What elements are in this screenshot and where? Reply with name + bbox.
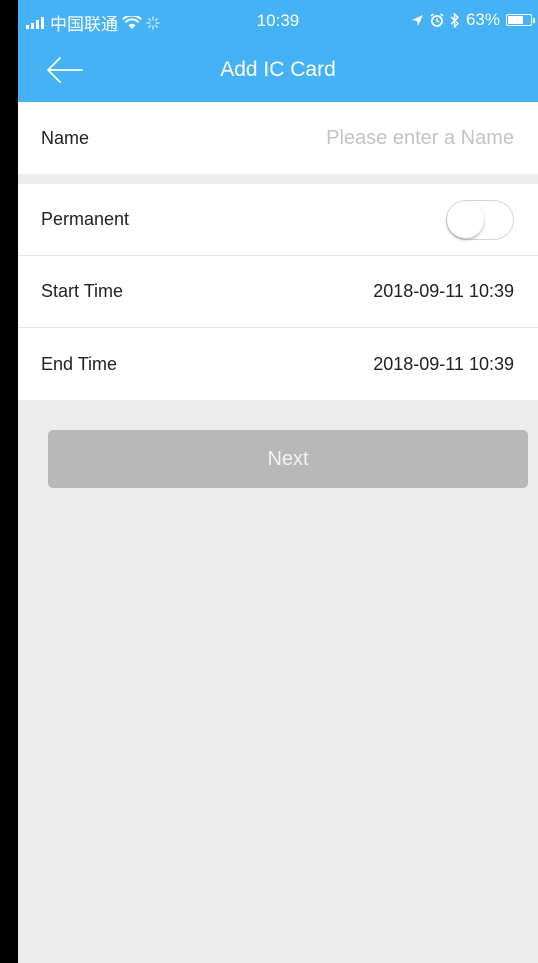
permanent-toggle[interactable] bbox=[446, 199, 514, 240]
name-label: Name bbox=[41, 127, 90, 148]
page-title: Add IC Card bbox=[220, 58, 336, 81]
end-time-value[interactable]: 2018-09-11 10:39 bbox=[373, 354, 514, 375]
battery-percent: 63% bbox=[465, 10, 500, 29]
name-section: Name Please enter a Name bbox=[18, 102, 538, 174]
toggle-knob bbox=[447, 200, 484, 238]
battery-icon bbox=[506, 14, 535, 26]
start-time-row[interactable]: Start Time 2018-09-11 10:39 bbox=[18, 256, 538, 328]
start-time-label: Start Time bbox=[41, 281, 124, 301]
permanent-row: Permanent bbox=[18, 184, 538, 256]
navigation-bar: Add IC Card bbox=[18, 40, 538, 102]
time-section: Permanent Start Time 2018-09-11 10:39 En… bbox=[18, 184, 538, 400]
next-button[interactable]: Next bbox=[48, 430, 528, 488]
permanent-label: Permanent bbox=[41, 209, 130, 229]
name-row[interactable]: Name Please enter a Name bbox=[18, 102, 538, 174]
start-time-value[interactable]: 2018-09-11 10:39 bbox=[373, 281, 514, 302]
alarm-clock-icon bbox=[430, 13, 444, 27]
end-time-label: End Time bbox=[41, 353, 118, 374]
status-bar: 中国联通 10:39 63% bbox=[18, 0, 538, 40]
header: 中国联通 10:39 63% Add IC Card bbox=[18, 0, 538, 102]
location-arrow-icon bbox=[411, 14, 423, 26]
end-time-row[interactable]: End Time 2018-09-11 10:39 bbox=[18, 328, 538, 400]
status-right: 63% bbox=[411, 10, 535, 30]
name-input[interactable]: Please enter a Name bbox=[326, 127, 514, 150]
bluetooth-icon bbox=[450, 12, 460, 28]
app-screen: 中国联通 10:39 63% Add IC Card Name Please e… bbox=[18, 0, 538, 963]
